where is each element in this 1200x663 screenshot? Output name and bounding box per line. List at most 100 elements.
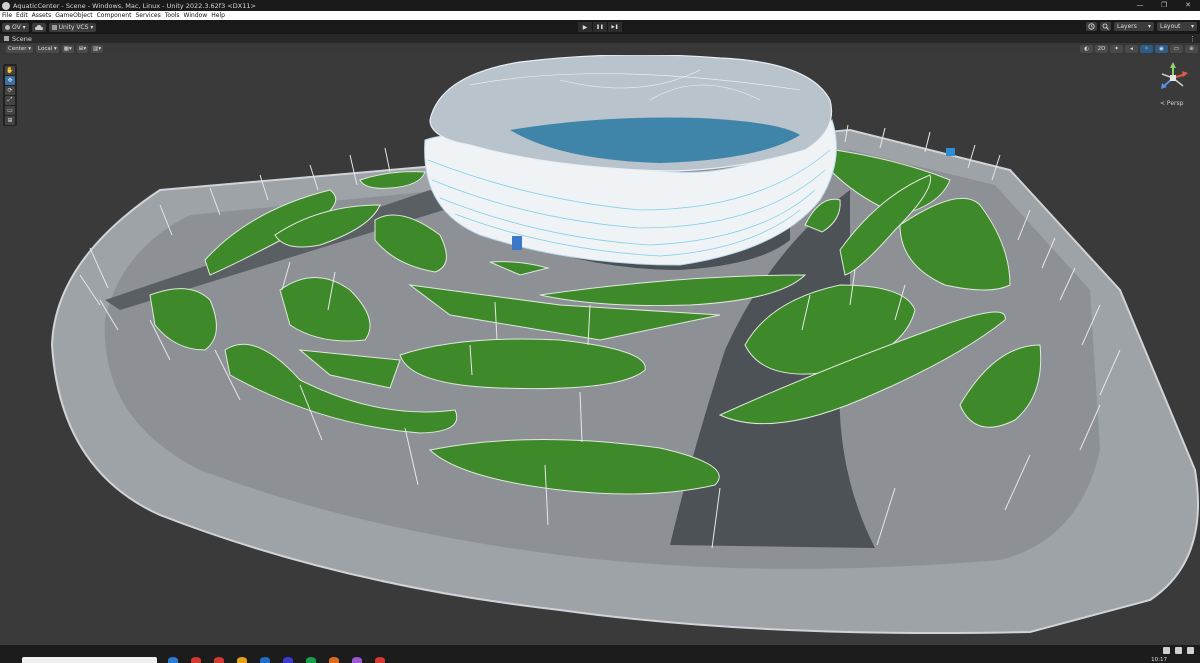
speaker-icon: ◂ xyxy=(1130,46,1133,52)
tab-menu-button[interactable]: ⋮ xyxy=(1189,35,1196,43)
history-icon xyxy=(1088,23,1095,30)
light-marker xyxy=(946,148,955,156)
taskbar-search[interactable] xyxy=(22,657,157,663)
layout-dropdown[interactable]: Layout ▾ xyxy=(1157,22,1197,31)
play-controls: ▶ ❚❚ ▶❚ xyxy=(578,22,623,32)
view-options-icon: ▥▾ xyxy=(93,46,102,52)
tab-scene[interactable]: Scene xyxy=(0,35,32,43)
taskbar-app-icon[interactable] xyxy=(375,657,385,663)
undo-history-button[interactable] xyxy=(1086,22,1097,31)
taskbar-app-icon[interactable] xyxy=(168,657,178,663)
view-options-button[interactable]: ▥▾ xyxy=(91,45,104,53)
network-icon[interactable] xyxy=(1163,647,1170,654)
account-label: OV ▾ xyxy=(12,23,26,31)
audio-toggle[interactable]: ◂ xyxy=(1125,45,1138,53)
menu-bar: File Edit Assets GameObject Component Se… xyxy=(0,11,1200,20)
pivot-rotation-dropdown[interactable]: Local ▾ xyxy=(36,45,59,53)
cloud-button[interactable] xyxy=(31,22,46,32)
hidden-objects-toggle[interactable]: ◉ xyxy=(1155,45,1168,53)
eye-icon: ◉ xyxy=(1159,46,1164,52)
step-icon: ▶❚ xyxy=(611,24,619,30)
2d-toggle[interactable]: 2D xyxy=(1095,45,1108,53)
menu-help[interactable]: Help xyxy=(211,12,225,19)
projection-label[interactable]: < Persp xyxy=(1160,100,1183,107)
increment-snap-button[interactable]: ⊞▾ xyxy=(76,45,89,53)
layers-label: Layers xyxy=(1117,23,1137,30)
transform-tool-icon[interactable]: ⊞ xyxy=(5,115,15,125)
grid-snap-button[interactable]: ▦▾ xyxy=(61,45,74,53)
pause-button[interactable]: ❚❚ xyxy=(593,22,607,32)
maximize-button[interactable]: ❐ xyxy=(1152,0,1176,11)
taskbar-apps xyxy=(168,657,398,663)
scene-viewport[interactable] xyxy=(0,55,1200,645)
menu-assets[interactable]: Assets xyxy=(32,12,52,19)
layers-dropdown[interactable]: Layers ▾ xyxy=(1114,22,1154,31)
version-control-dropdown[interactable]: Unity VCS ▾ xyxy=(48,22,97,32)
layout-label: Layout xyxy=(1160,23,1181,30)
taskbar-app-icon[interactable] xyxy=(260,657,270,663)
taskbar-app-icon[interactable] xyxy=(352,657,362,663)
tab-scene-label: Scene xyxy=(12,34,32,43)
window-title: AquaticCenter - Scene - Windows, Mac, Li… xyxy=(13,1,256,10)
taskbar-clock[interactable]: 10:17 xyxy=(1151,657,1167,663)
scene-toolbar: Center ▾ Local ▾ ▦▾ ⊞▾ ▥▾ ◐ 2D ✦ ◂ ✧ ◉ ▭… xyxy=(0,43,1200,55)
menu-gameobject[interactable]: GameObject xyxy=(55,12,92,19)
step-button[interactable]: ▶❚ xyxy=(608,22,622,32)
gizmo-icon: ⊕ xyxy=(1189,46,1194,52)
volume-icon[interactable] xyxy=(1175,647,1182,654)
close-button[interactable]: ✕ xyxy=(1176,0,1200,11)
rect-tool-icon[interactable]: ▭ xyxy=(5,105,15,115)
cloud-icon xyxy=(34,24,43,30)
taskbar-app-icon[interactable] xyxy=(283,657,293,663)
taskbar-app-icon[interactable] xyxy=(237,657,247,663)
pivot-rotation-label: Local ▾ xyxy=(38,46,57,52)
menu-services[interactable]: Services xyxy=(135,12,160,19)
orientation-gizmo[interactable] xyxy=(1157,62,1189,94)
notification-icon[interactable] xyxy=(1187,647,1194,654)
rotate-tool-icon[interactable]: ⟳ xyxy=(5,85,15,95)
taskbar-app-icon[interactable] xyxy=(214,657,224,663)
gizmos-button[interactable]: ⊕ xyxy=(1185,45,1198,53)
lighting-toggle[interactable]: ✦ xyxy=(1110,45,1123,53)
minimize-button[interactable]: — xyxy=(1128,0,1152,11)
search-icon xyxy=(1102,23,1109,30)
chevron-down-icon: ▾ xyxy=(1147,23,1151,30)
menu-file[interactable]: File xyxy=(2,12,12,19)
light-bulb-icon: ✦ xyxy=(1114,46,1119,52)
taskbar-app-icon[interactable] xyxy=(329,657,339,663)
effects-icon: ✧ xyxy=(1144,46,1149,52)
vcs-label: Unity VCS ▾ xyxy=(58,23,94,31)
play-icon: ▶ xyxy=(582,23,588,31)
camera-icon: ▭ xyxy=(1173,46,1180,52)
account-icon xyxy=(5,24,10,30)
title-bar: AquaticCenter - Scene - Windows, Mac, Li… xyxy=(0,0,1200,11)
move-tool-icon[interactable]: ✥ xyxy=(5,75,15,85)
scale-tool-icon[interactable]: ⤢ xyxy=(5,95,15,105)
entrance-sign xyxy=(512,236,522,250)
pivot-mode-label: Center ▾ xyxy=(8,46,32,52)
account-dropdown[interactable]: OV ▾ xyxy=(2,22,29,32)
branch-icon xyxy=(51,24,57,30)
menu-edit[interactable]: Edit xyxy=(16,12,28,19)
taskbar-app-icon[interactable] xyxy=(306,657,316,663)
unity-logo-icon xyxy=(2,1,10,10)
pivot-mode-dropdown[interactable]: Center ▾ xyxy=(6,45,34,53)
play-button[interactable]: ▶ xyxy=(578,22,592,32)
hand-tool-icon[interactable]: ✋ xyxy=(5,65,15,75)
menu-component[interactable]: Component xyxy=(97,12,132,19)
scene-icon xyxy=(4,36,9,41)
scene-render[interactable] xyxy=(0,55,1200,645)
camera-settings-button[interactable]: ▭ xyxy=(1170,45,1183,53)
system-tray xyxy=(1158,647,1194,654)
taskbar: 10:17 xyxy=(0,645,1200,663)
main-toolbar: OV ▾ Unity VCS ▾ ▶ ❚❚ ▶❚ Layers ▾ Layout… xyxy=(0,20,1200,34)
taskbar-app-icon[interactable] xyxy=(191,657,201,663)
menu-tools[interactable]: Tools xyxy=(165,12,180,19)
search-button[interactable] xyxy=(1100,22,1111,31)
snap-icon: ⊞▾ xyxy=(78,46,87,52)
menu-window[interactable]: Window xyxy=(184,12,208,19)
draw-mode-button[interactable]: ◐ xyxy=(1080,45,1093,53)
tool-palette: ✋ ✥ ⟳ ⤢ ▭ ⊞ xyxy=(3,64,17,126)
shading-icon: ◐ xyxy=(1084,46,1089,52)
effects-toggle[interactable]: ✧ xyxy=(1140,45,1153,53)
